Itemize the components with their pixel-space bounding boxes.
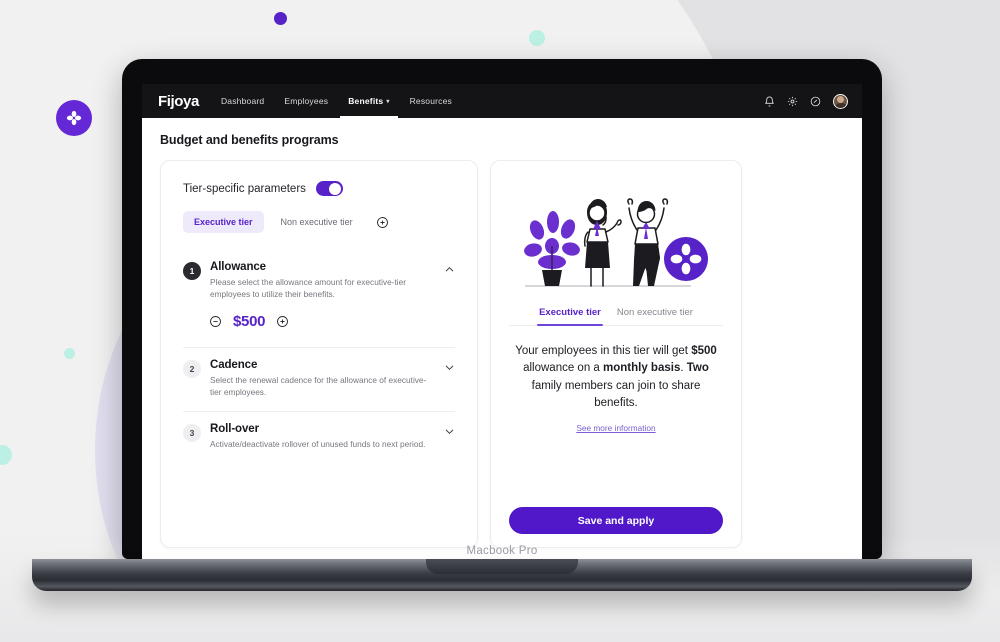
step-number-1: 1: [183, 262, 201, 280]
summary-part1: Your employees in this tier will get: [515, 345, 692, 357]
accordion-title-allowance: Allowance: [210, 261, 266, 273]
accordion-description-cadence: Select the renewal cadence for the allow…: [210, 375, 427, 398]
step-number-2: 2: [183, 360, 201, 379]
summary-amount: $500: [691, 345, 717, 357]
nav-item-benefits-label: Benefits: [348, 96, 384, 106]
help-icon[interactable]: [810, 96, 821, 107]
nav-item-benefits[interactable]: Benefits ▾: [340, 84, 398, 118]
summary-cadence: monthly basis: [603, 362, 681, 375]
scene: Fijoya Dashboard Employees Benefits ▾ Re…: [0, 0, 1000, 642]
decor-dot-purple-top: [274, 12, 287, 25]
nav-item-dashboard-label: Dashboard: [220, 96, 265, 106]
flower-badge-left: [56, 100, 92, 136]
bell-icon[interactable]: [764, 96, 775, 107]
chevron-up-icon[interactable]: [444, 264, 455, 275]
step-number-3: 3: [183, 424, 201, 443]
circle-minus-icon[interactable]: [209, 315, 222, 328]
accordion-text-cadence: Cadence Select the renewal cadence for t…: [210, 359, 435, 398]
celebrating-employees-illustration: [509, 171, 723, 303]
tier-pills: Executive tier Non executive tier: [183, 211, 455, 233]
avatar[interactable]: [833, 93, 848, 109]
tier-specific-toggle[interactable]: [315, 181, 343, 196]
page-title: Budget and benefits programs: [160, 133, 339, 147]
chevron-down-icon[interactable]: [444, 362, 455, 373]
laptop-base: [32, 559, 972, 591]
tab-executive-tier[interactable]: Executive tier: [537, 307, 603, 326]
accordion-item-cadence[interactable]: 2 Cadence Select the renewal cadence for…: [183, 348, 455, 413]
accordion-item-rollover[interactable]: 3 Roll-over Activate/deactivate rollover…: [183, 412, 455, 463]
nav-item-dashboard[interactable]: Dashboard: [221, 84, 264, 118]
allowance-stepper: $500: [209, 313, 455, 330]
accordion-text-allowance: Allowance Please select the allowance am…: [210, 261, 435, 300]
accordion-item-allowance[interactable]: 1 Allowance Please select the allowance …: [183, 250, 455, 349]
accordion-description-allowance: Please select the allowance amount for e…: [210, 277, 407, 300]
nav-item-employees-label: Employees: [284, 96, 329, 106]
nav-right-group: [764, 93, 848, 109]
summary-part2: allowance on a: [523, 362, 604, 375]
accordion-header-allowance: 1 Allowance Please select the allowance …: [183, 261, 455, 300]
summary-text: Your employees in this tier will get $50…: [509, 343, 723, 413]
nav-item-resources-label: Resources: [409, 96, 452, 106]
gear-icon[interactable]: [787, 96, 798, 107]
accordion-title-rollover: Roll-over: [210, 423, 259, 436]
tab-non-executive-tier[interactable]: Non executive tier: [617, 307, 693, 325]
laptop-mockup: Fijoya Dashboard Employees Benefits ▾ Re…: [32, 59, 972, 591]
brand-logo[interactable]: Fijoya: [158, 93, 199, 110]
app-page: Budget and benefits programs Tier-specif…: [142, 118, 862, 559]
circle-plus-icon[interactable]: [276, 315, 289, 328]
summary-tabs: Executive tier Non executive tier: [509, 307, 723, 326]
accordion-text-rollover: Roll-over Activate/deactivate rollover o…: [210, 423, 435, 450]
nav-item-resources[interactable]: Resources: [410, 84, 452, 118]
cards-row: Tier-specific parameters Executive tier …: [160, 160, 846, 548]
parameters-card: Tier-specific parameters Executive tier …: [160, 160, 478, 548]
tier-toggle-row: Tier-specific parameters: [183, 181, 455, 196]
tier-pill-executive[interactable]: Executive tier: [183, 211, 264, 233]
decor-dot-mint-top: [529, 30, 545, 46]
app-navbar: Fijoya Dashboard Employees Benefits ▾ Re…: [142, 84, 862, 118]
chevron-down-icon: ▾: [386, 98, 390, 105]
see-more-information-link[interactable]: See more information: [509, 423, 723, 433]
laptop-screen: Fijoya Dashboard Employees Benefits ▾ Re…: [142, 84, 862, 559]
nav-links: Dashboard Employees Benefits ▾ Resources: [221, 84, 452, 118]
accordion-header-cadence: 2 Cadence Select the renewal cadence for…: [183, 359, 455, 398]
circle-plus-icon[interactable]: [376, 216, 389, 229]
decor-dot-mint-left: [64, 348, 75, 359]
summary-card: Executive tier Non executive tier Your e…: [490, 160, 742, 548]
tier-toggle-label: Tier-specific parameters: [183, 182, 306, 195]
tier-pill-non-executive[interactable]: Non executive tier: [270, 211, 364, 233]
accordion: 1 Allowance Please select the allowance …: [183, 250, 455, 463]
nav-item-employees[interactable]: Employees: [284, 84, 328, 118]
summary-part4: family members can join to share benefit…: [531, 379, 701, 410]
accordion-description-rollover: Activate/deactivate rollover of unused f…: [210, 439, 426, 450]
accordion-title-cadence: Cadence: [210, 359, 258, 372]
save-and-apply-button[interactable]: Save and apply: [509, 507, 723, 534]
summary-members: Two: [686, 362, 709, 375]
accordion-header-rollover: 3 Roll-over Activate/deactivate rollover…: [183, 423, 455, 450]
chevron-down-icon[interactable]: [444, 426, 455, 437]
device-chin-label: Macbook Pro: [466, 545, 538, 557]
laptop-lid: Fijoya Dashboard Employees Benefits ▾ Re…: [122, 59, 882, 559]
allowance-amount: $500: [233, 313, 266, 331]
